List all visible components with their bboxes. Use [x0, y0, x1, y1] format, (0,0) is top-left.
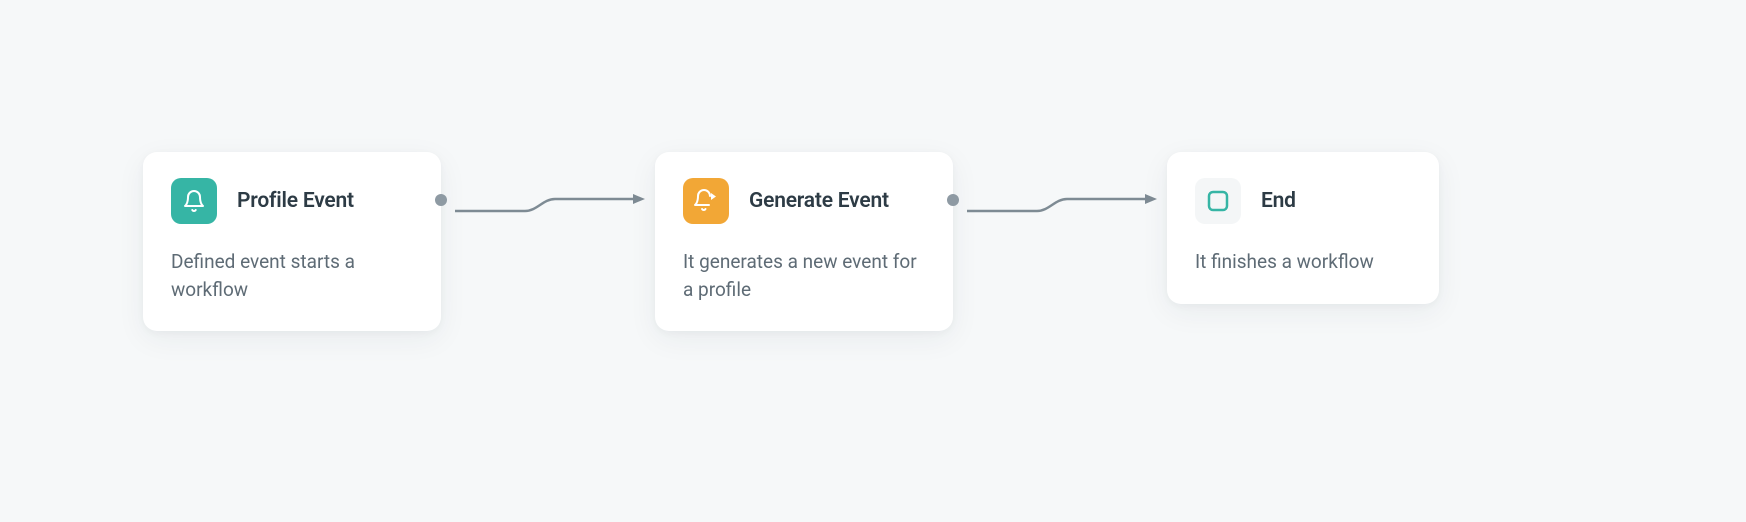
node-header: Generate Event — [683, 178, 925, 224]
bell-icon — [171, 178, 217, 224]
workflow-canvas: Profile Event Defined event starts a wor… — [0, 0, 1746, 522]
node-header: Profile Event — [171, 178, 413, 224]
connector-arrow — [455, 186, 650, 226]
bell-arrow-icon — [683, 178, 729, 224]
node-generate-event[interactable]: Generate Event It generates a new event … — [655, 152, 953, 331]
output-port[interactable] — [947, 194, 959, 206]
output-port[interactable] — [435, 194, 447, 206]
node-header: End — [1195, 178, 1411, 224]
stop-icon — [1195, 178, 1241, 224]
node-description: It finishes a workflow — [1195, 248, 1411, 276]
node-end[interactable]: End It finishes a workflow — [1167, 152, 1439, 304]
node-description: It generates a new event for a profile — [683, 248, 925, 303]
node-profile-event[interactable]: Profile Event Defined event starts a wor… — [143, 152, 441, 331]
node-title: End — [1261, 189, 1296, 213]
connector-arrow — [967, 186, 1162, 226]
node-description: Defined event starts a workflow — [171, 248, 413, 303]
node-title: Profile Event — [237, 189, 354, 213]
node-title: Generate Event — [749, 189, 889, 213]
